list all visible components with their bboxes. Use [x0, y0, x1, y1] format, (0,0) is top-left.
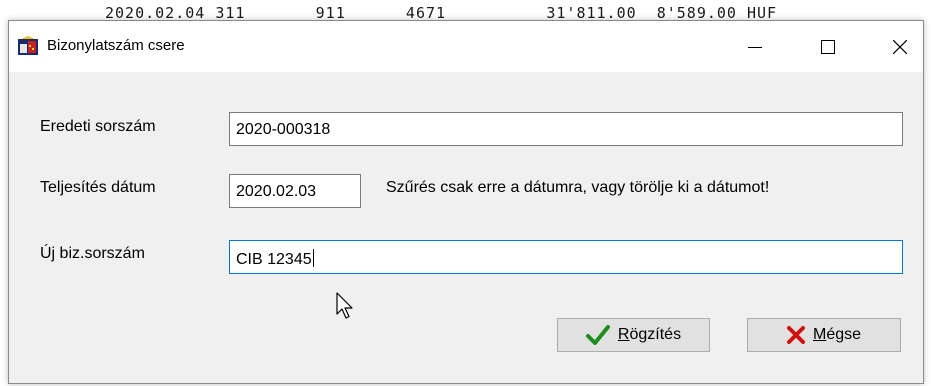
cancel-button[interactable]: Mégse	[747, 318, 901, 352]
dialog-window: Bizonylatszám csere Eredeti sorszám 2020…	[8, 20, 924, 384]
date-hint-text: Szűrés csak erre a dátumra, vagy törölje…	[386, 179, 770, 196]
checkmark-icon	[585, 325, 610, 345]
date-field[interactable]: 2020.02.03	[229, 174, 361, 208]
close-button[interactable]	[877, 21, 923, 72]
text-caret	[312, 249, 314, 267]
window-title: Bizonylatszám csere	[47, 37, 185, 54]
background-report-row: 2020.02.04 311 911 4671 31'811.00 8'589.…	[0, 0, 931, 22]
maximize-button[interactable]	[805, 21, 851, 72]
mouse-pointer-icon	[336, 292, 353, 319]
new-number-value: CIB 12345	[236, 251, 312, 268]
app-icon	[18, 36, 38, 55]
original-number-field[interactable]: 2020-000318	[229, 112, 903, 146]
cross-icon	[786, 326, 805, 344]
original-number-label: Eredeti sorszám	[40, 118, 156, 135]
cancel-button-label: Mégse	[812, 326, 862, 343]
save-button-label: Rögzítés	[617, 326, 682, 343]
new-number-field[interactable]: CIB 12345	[229, 240, 903, 274]
minimize-icon	[748, 46, 762, 48]
minimize-button[interactable]	[732, 21, 778, 72]
date-label: Teljesítés dátum	[40, 179, 156, 196]
title-bar[interactable]: Bizonylatszám csere	[9, 21, 923, 72]
close-icon	[893, 39, 907, 54]
save-button[interactable]: Rögzítés	[557, 318, 710, 352]
new-number-label: Új biz.sorszám	[40, 245, 145, 262]
maximize-icon	[821, 39, 835, 54]
